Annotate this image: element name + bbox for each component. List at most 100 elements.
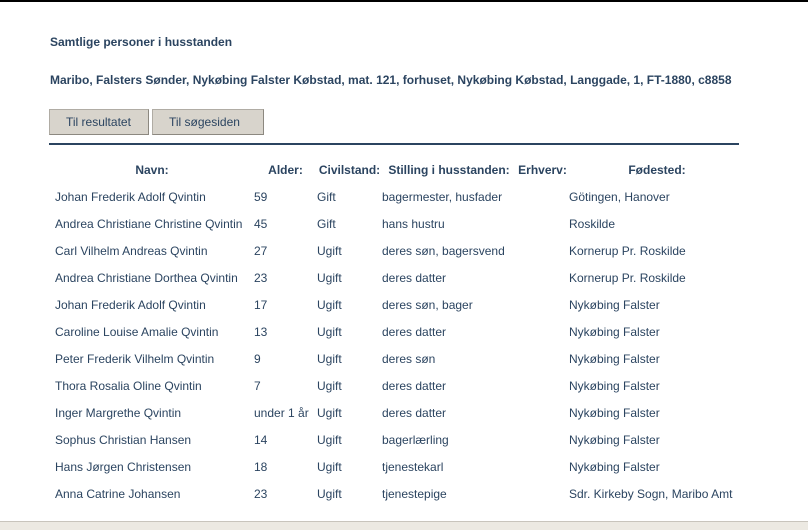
- cell-birthplace: Nykøbing Falster: [569, 405, 660, 420]
- cell-position: deres datter: [382, 378, 447, 393]
- cell-position: bagermester, husfader: [382, 189, 503, 204]
- table-row: Johan Frederik Adolf Qvintin 59 Gift bagerm…: [50, 183, 745, 210]
- table-row: Sophus Christian Hansen 14 Ugift bagerlærli…: [50, 426, 745, 453]
- cell-occupation: [516, 318, 569, 345]
- cell-position: deres søn: [382, 351, 436, 366]
- table-row: Peter Frederik Vilhelm Qvintin 9 Ugift dere…: [50, 345, 745, 372]
- to-search-page-button[interactable]: Til søgesiden: [152, 109, 264, 135]
- cell-age: 17: [254, 297, 268, 312]
- to-results-button[interactable]: Til resultatet: [49, 109, 149, 135]
- cell-name: Carl Vilhelm Andreas Qvintin: [55, 243, 208, 258]
- cell-name: Caroline Louise Amalie Qvintin: [55, 324, 219, 339]
- cell-age: under 1 år: [254, 405, 309, 420]
- cell-birthplace: Nykøbing Falster: [569, 297, 660, 312]
- cell-occupation: [516, 453, 569, 480]
- cell-occupation: [516, 399, 569, 426]
- cell-civil-status: Ugift: [317, 432, 342, 447]
- cell-birthplace: Nykøbing Falster: [569, 351, 660, 366]
- cell-name: Hans Jørgen Christensen: [55, 459, 192, 474]
- table-row: Johan Frederik Adolf Qvintin 17 Ugift deres…: [50, 291, 745, 318]
- cell-age: 7: [254, 378, 261, 393]
- cell-age: 23: [254, 270, 268, 285]
- cell-age: 27: [254, 243, 268, 258]
- cell-birthplace: Nykøbing Falster: [569, 459, 660, 474]
- cell-birthplace: Sdr. Kirkeby Sogn, Maribo Amt: [569, 486, 733, 501]
- cell-position: tjenestekarl: [382, 459, 444, 474]
- cell-name: Johan Frederik Adolf Qvintin: [55, 189, 206, 204]
- column-header-occupation: Erhverv:: [518, 162, 567, 177]
- cell-occupation: [516, 237, 569, 264]
- cell-occupation: [516, 183, 569, 210]
- cell-civil-status: Gift: [317, 216, 336, 231]
- cell-position: bagerlærling: [382, 432, 449, 447]
- cell-occupation: [516, 291, 569, 318]
- cell-civil-status: Ugift: [317, 324, 342, 339]
- cell-birthplace: Kornerup Pr. Roskilde: [569, 270, 686, 285]
- cell-occupation: [516, 426, 569, 453]
- cell-age: 14: [254, 432, 268, 447]
- cell-position: deres datter: [382, 405, 447, 420]
- cell-civil-status: Ugift: [317, 351, 342, 366]
- household-table: Navn: Alder: Civilstand: Stilling i huss…: [50, 156, 745, 507]
- cell-position: hans hustru: [382, 216, 445, 231]
- table-body: Johan Frederik Adolf Qvintin 59 Gift bagerm…: [50, 183, 745, 507]
- cell-birthplace: Roskilde: [569, 216, 616, 231]
- table-row: Andrea Christiane Dorthea Qvintin 23 Ugift…: [50, 264, 745, 291]
- cell-name: Andrea Christiane Christine Qvintin: [55, 216, 243, 231]
- household-address: Maribo, Falsters Sønder, Nykøbing Falste…: [50, 73, 732, 87]
- table-row: Inger Margrethe Qvintin under 1 år Ugift de…: [50, 399, 745, 426]
- table-header-row: Navn: Alder: Civilstand: Stilling i huss…: [50, 156, 745, 183]
- cell-civil-status: Ugift: [317, 243, 342, 258]
- table-row: Anna Catrine Johansen 23 Ugift tjenestepige…: [50, 480, 745, 507]
- cell-name: Andrea Christiane Dorthea Qvintin: [55, 270, 238, 285]
- cell-position: deres søn, bagersvend: [382, 243, 505, 258]
- cell-occupation: [516, 264, 569, 291]
- cell-occupation: [516, 345, 569, 372]
- cell-age: 13: [254, 324, 268, 339]
- cell-name: Peter Frederik Vilhelm Qvintin: [55, 351, 215, 366]
- table-row: Hans Jørgen Christensen 18 Ugift tjenesteka…: [50, 453, 745, 480]
- cell-name: Thora Rosalia Oline Qvintin: [55, 378, 202, 393]
- cell-position: tjenestepige: [382, 486, 447, 501]
- cell-occupation: [516, 480, 569, 507]
- table-row: Caroline Louise Amalie Qvintin 13 Ugift der…: [50, 318, 745, 345]
- table-row: Thora Rosalia Oline Qvintin 7 Ugift deres d…: [50, 372, 745, 399]
- column-header-civil-status: Civilstand:: [318, 162, 381, 177]
- cell-age: 9: [254, 351, 261, 366]
- cell-position: deres datter: [382, 324, 447, 339]
- cell-age: 45: [254, 216, 268, 231]
- cell-name: Johan Frederik Adolf Qvintin: [55, 297, 206, 312]
- cell-birthplace: Götingen, Hanover: [569, 189, 670, 204]
- cell-name: Inger Margrethe Qvintin: [55, 405, 182, 420]
- table-row: Andrea Christiane Christine Qvintin 45 Gif…: [50, 210, 745, 237]
- cell-birthplace: Nykøbing Falster: [569, 432, 660, 447]
- cell-age: 59: [254, 189, 268, 204]
- cell-birthplace: Nykøbing Falster: [569, 324, 660, 339]
- button-bar: Til resultatet Til søgesiden: [49, 109, 264, 135]
- column-header-birthplace: Fødested:: [628, 162, 686, 177]
- cell-civil-status: Gift: [317, 189, 336, 204]
- cell-birthplace: Kornerup Pr. Roskilde: [569, 243, 686, 258]
- cell-civil-status: Ugift: [317, 378, 342, 393]
- cell-age: 23: [254, 486, 268, 501]
- divider-line: [49, 143, 739, 145]
- cell-civil-status: Ugift: [317, 459, 342, 474]
- cell-age: 18: [254, 459, 268, 474]
- page-heading: Samtlige personer i husstanden: [50, 35, 233, 49]
- cell-civil-status: Ugift: [317, 270, 342, 285]
- column-header-age: Alder:: [268, 162, 303, 177]
- cell-name: Anna Catrine Johansen: [55, 486, 181, 501]
- window-bottom-edge: [0, 521, 808, 530]
- cell-civil-status: Ugift: [317, 405, 342, 420]
- cell-occupation: [516, 372, 569, 399]
- cell-civil-status: Ugift: [317, 297, 342, 312]
- table-row: Carl Vilhelm Andreas Qvintin 27 Ugift deres…: [50, 237, 745, 264]
- column-header-name: Navn:: [135, 162, 169, 177]
- column-header-position: Stilling i husstanden:: [388, 162, 510, 177]
- cell-civil-status: Ugift: [317, 486, 342, 501]
- cell-position: deres datter: [382, 270, 447, 285]
- cell-position: deres søn, bager: [382, 297, 473, 312]
- cell-name: Sophus Christian Hansen: [55, 432, 192, 447]
- cell-birthplace: Nykøbing Falster: [569, 378, 660, 393]
- cell-occupation: [516, 210, 569, 237]
